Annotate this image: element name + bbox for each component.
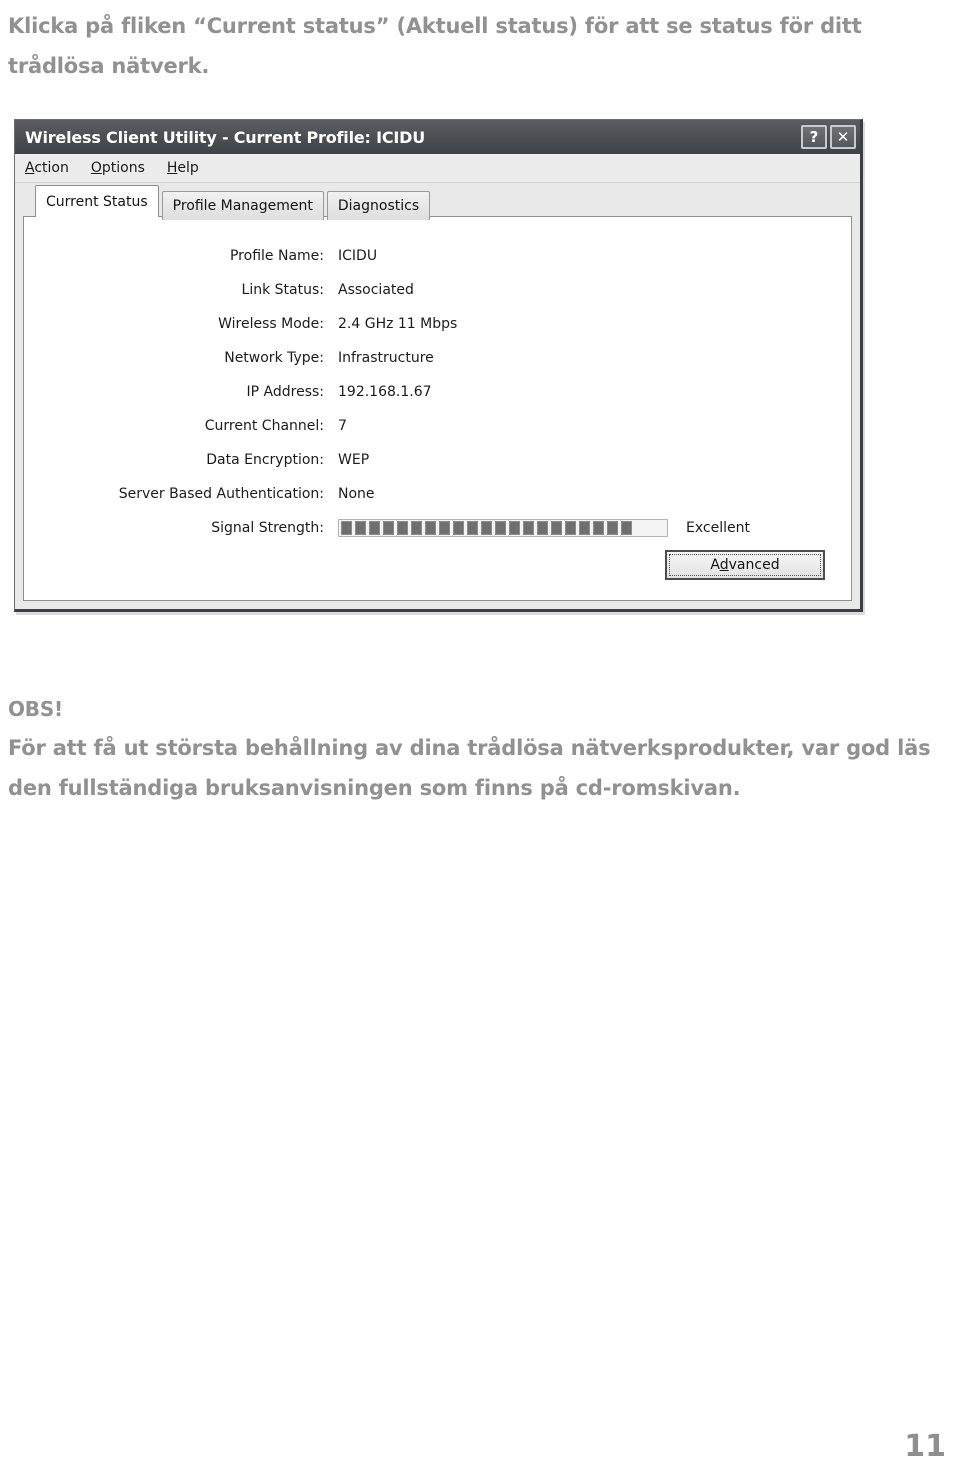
label-current-channel: Current Channel: [204, 418, 324, 434]
menu-item-action[interactable]: Action [25, 160, 69, 176]
signal-segment [355, 521, 366, 535]
field-row-current-channel: Current Channel: 7 [24, 409, 851, 443]
signal-strength-meter [338, 519, 668, 537]
signal-segment [369, 521, 380, 535]
tab-current-status[interactable]: Current Status [35, 185, 159, 217]
label-profile-name: Profile Name: [229, 248, 324, 264]
advanced-button[interactable]: Advanced [665, 550, 825, 580]
menu-accel-help: H [166, 160, 178, 176]
dialog-title: Wireless Client Utility - Current Profil… [25, 127, 426, 147]
signal-segment [607, 521, 618, 535]
field-row-signal-strength: Signal Strength: Excellent [24, 511, 851, 545]
menu-label-action: ction [34, 160, 69, 176]
dialog-titlebar: Wireless Client Utility - Current Profil… [15, 120, 860, 154]
label-data-encryption: Data Encryption: [206, 452, 324, 468]
dialog-menubar: Action Options Help [15, 154, 860, 183]
close-icon[interactable]: ✕ [830, 125, 856, 149]
intro-paragraph: Klicka på fliken “Current status” (Aktue… [8, 14, 862, 78]
note-block: OBS! För att få ut största behållning av… [8, 694, 938, 808]
titlebar-button-group: ? ✕ [801, 125, 856, 149]
menu-accel-options: O [90, 160, 102, 176]
menu-accel-action: A [25, 160, 35, 176]
help-icon[interactable]: ? [801, 125, 827, 149]
field-row-server-based-authentication: Server Based Authentication: None [24, 477, 851, 511]
menu-label-options: ptions [101, 160, 145, 176]
signal-segment [439, 521, 450, 535]
signal-segment [341, 521, 352, 535]
label-link-status: Link Status: [241, 282, 324, 298]
field-row-data-encryption: Data Encryption: WEP [24, 443, 851, 477]
menu-item-options[interactable]: Options [91, 160, 145, 176]
label-network-type: Network Type: [224, 350, 324, 366]
value-current-channel: 7 [338, 418, 347, 434]
value-profile-name: ICIDU [338, 248, 378, 264]
advanced-label-after: vanced [728, 557, 780, 573]
signal-segment [383, 521, 394, 535]
menu-label-help: elp [177, 160, 199, 176]
signal-segment [621, 521, 632, 535]
value-server-based-authentication: None [338, 486, 375, 502]
menu-item-help[interactable]: Help [167, 160, 199, 176]
label-wireless-mode: Wireless Mode: [218, 316, 324, 332]
value-wireless-mode: 2.4 GHz 11 Mbps [338, 316, 458, 332]
label-ip-address: IP Address: [246, 384, 325, 400]
value-link-status: Associated [338, 282, 414, 298]
signal-segment [481, 521, 492, 535]
label-signal-strength: Signal Strength: [211, 520, 324, 536]
signal-segment [537, 521, 548, 535]
signal-segment [425, 521, 436, 535]
tabstrip: Current Status Profile Management Diagno… [23, 185, 852, 220]
signal-segment [565, 521, 576, 535]
advanced-label-accel: d [719, 557, 729, 573]
note-body: För att få ut största behållning av dina… [8, 736, 931, 800]
signal-segment [523, 521, 534, 535]
signal-segment [509, 521, 520, 535]
value-network-type: Infrastructure [338, 350, 434, 366]
signal-segment [453, 521, 464, 535]
label-server-based-authentication: Server Based Authentication: [118, 486, 324, 502]
field-row-network-type: Network Type: Infrastructure [24, 341, 851, 375]
signal-segment [411, 521, 422, 535]
value-data-encryption: WEP [338, 452, 370, 468]
field-row-link-status: Link Status: Associated [24, 273, 851, 307]
advanced-label-before: A [710, 557, 720, 573]
field-row-ip-address: IP Address: 192.168.1.67 [24, 375, 851, 409]
signal-segment [579, 521, 590, 535]
wireless-client-utility-dialog: Wireless Client Utility - Current Profil… [14, 119, 863, 612]
button-row: Advanced [665, 550, 825, 580]
signal-strength-quality: Excellent [686, 520, 750, 536]
page-number: 11 [904, 1429, 946, 1464]
signal-segment [397, 521, 408, 535]
field-row-wireless-mode: Wireless Mode: 2.4 GHz 11 Mbps [24, 307, 851, 341]
signal-segment [495, 521, 506, 535]
tab-area: Current Status Profile Management Diagno… [15, 183, 860, 609]
current-status-panel: Profile Name: ICIDU Link Status: Associa… [23, 216, 852, 601]
status-field-list: Profile Name: ICIDU Link Status: Associa… [24, 217, 851, 545]
tab-profile-management[interactable]: Profile Management [161, 191, 324, 220]
signal-segment [593, 521, 604, 535]
signal-segment [551, 521, 562, 535]
field-row-profile-name: Profile Name: ICIDU [24, 239, 851, 273]
tab-diagnostics[interactable]: Diagnostics [326, 191, 431, 220]
note-heading: OBS! [8, 697, 63, 721]
signal-segment [467, 521, 478, 535]
value-ip-address: 192.168.1.67 [338, 384, 432, 400]
